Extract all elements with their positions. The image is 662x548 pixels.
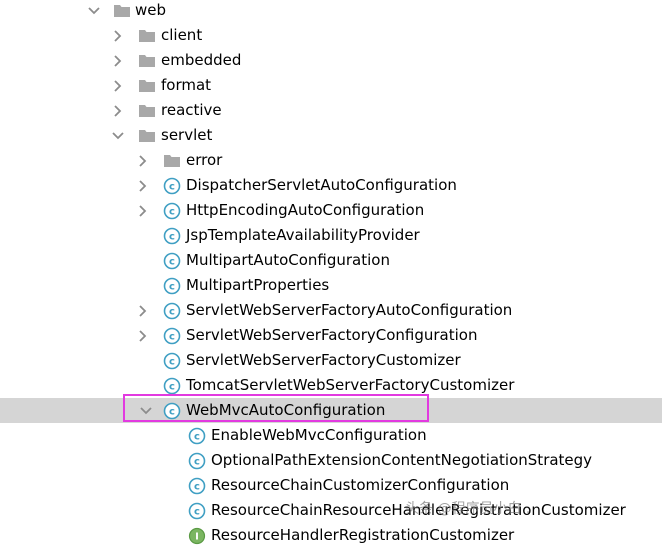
svg-text:I: I (195, 531, 199, 542)
tree-node-multipart-auto-configuration[interactable]: c MultipartAutoConfiguration (0, 248, 662, 273)
svg-text:c: c (169, 281, 175, 292)
tree-node-label: ResourceChainCustomizerConfiguration (211, 476, 510, 494)
tree-node-dispatcher-servlet-auto-configuration[interactable]: c DispatcherServletAutoConfiguration (0, 173, 662, 198)
tree-node-label: JspTemplateAvailabilityProvider (186, 226, 420, 244)
tree-node-http-encoding-auto-configuration[interactable]: c HttpEncodingAutoConfiguration (0, 198, 662, 223)
tree-node-servlet-web-server-factory-customizer[interactable]: c ServletWebServerFactoryCustomizer (0, 348, 662, 373)
tree-node-label: MultipartAutoConfiguration (186, 251, 390, 269)
svg-text:c: c (169, 306, 175, 317)
folder-icon (138, 73, 156, 98)
chevron-right-icon[interactable] (135, 198, 151, 223)
tree-node-servlet[interactable]: servlet (0, 123, 662, 148)
svg-text:c: c (169, 231, 175, 242)
chevron-right-icon[interactable] (110, 73, 126, 98)
project-tree: web client embedded format reactive serv… (0, 0, 662, 544)
watermark-text: 头条 @程序员小白 . (405, 501, 531, 517)
tree-node-label: ResourceHandlerRegistrationCustomizer (211, 526, 515, 544)
tree-node-error[interactable]: error (0, 148, 662, 173)
tree-node-label: ServletWebServerFactoryCustomizer (186, 351, 461, 369)
chevron-right-icon[interactable] (135, 323, 151, 348)
tree-node-enable-web-mvc-configuration[interactable]: c EnableWebMvcConfiguration (0, 423, 662, 448)
tree-node-client[interactable]: client (0, 23, 662, 48)
highlight-annotation-box (123, 394, 429, 422)
svg-text:c: c (169, 206, 175, 217)
svg-text:c: c (194, 431, 200, 442)
class-icon: c (163, 298, 181, 323)
tree-node-label: servlet (161, 126, 213, 144)
chevron-down-icon[interactable] (110, 123, 126, 148)
tree-node-servlet-web-server-factory-auto-configuration[interactable]: c ServletWebServerFactoryAutoConfigurati… (0, 298, 662, 323)
tree-node-reactive[interactable]: reactive (0, 98, 662, 123)
chevron-right-icon[interactable] (135, 298, 151, 323)
folder-icon (113, 0, 131, 23)
folder-icon (138, 123, 156, 148)
svg-text:c: c (194, 481, 200, 492)
chevron-right-icon[interactable] (135, 148, 151, 173)
svg-text:c: c (194, 506, 200, 517)
tree-node-jsp-template-availability-provider[interactable]: c JspTemplateAvailabilityProvider (0, 223, 662, 248)
class-icon: c (163, 323, 181, 348)
svg-text:c: c (169, 381, 175, 392)
class-icon: c (163, 348, 181, 373)
tree-node-label: reactive (161, 101, 222, 119)
folder-icon (138, 48, 156, 73)
tree-node-label: format (161, 76, 212, 94)
tree-node-label: web (135, 1, 167, 19)
tree-node-label: ServletWebServerFactoryConfiguration (186, 326, 478, 344)
chevron-right-icon[interactable] (110, 48, 126, 73)
svg-text:c: c (169, 356, 175, 367)
tree-node-label: DispatcherServletAutoConfiguration (186, 176, 457, 194)
class-icon: c (163, 223, 181, 248)
chevron-right-icon[interactable] (110, 98, 126, 123)
class-icon: c (163, 273, 181, 298)
class-icon: c (188, 498, 206, 523)
chevron-down-icon[interactable] (86, 0, 102, 23)
svg-text:c: c (169, 331, 175, 342)
class-icon: c (188, 448, 206, 473)
class-icon: c (163, 248, 181, 273)
tree-node-label: ServletWebServerFactoryAutoConfiguration (186, 301, 513, 319)
tree-node-label: embedded (161, 51, 242, 69)
class-icon: c (188, 423, 206, 448)
tree-node-label: error (186, 151, 223, 169)
svg-text:c: c (169, 256, 175, 267)
tree-node-servlet-web-server-factory-configuration[interactable]: c ServletWebServerFactoryConfiguration (0, 323, 662, 348)
folder-icon (163, 148, 181, 173)
tree-node-format[interactable]: format (0, 73, 662, 98)
tree-node-label: EnableWebMvcConfiguration (211, 426, 427, 444)
class-icon: c (188, 473, 206, 498)
tree-node-resource-chain-customizer-configuration[interactable]: c ResourceChainCustomizerConfiguration (0, 473, 662, 498)
tree-node-resource-handler-registration-customizer[interactable]: I ResourceHandlerRegistrationCustomizer (0, 523, 662, 548)
tree-node-web[interactable]: web (0, 0, 662, 23)
interface-icon: I (188, 523, 206, 548)
chevron-right-icon[interactable] (110, 23, 126, 48)
tree-node-label: HttpEncodingAutoConfiguration (186, 201, 425, 219)
chevron-right-icon[interactable] (135, 173, 151, 198)
tree-node-label: client (161, 26, 203, 44)
tree-node-label: OptionalPathExtensionContentNegotiationS… (211, 451, 593, 469)
svg-text:c: c (194, 456, 200, 467)
tree-node-embedded[interactable]: embedded (0, 48, 662, 73)
class-icon: c (163, 173, 181, 198)
tree-node-resource-chain-resource-handler-registration-customizer[interactable]: c ResourceChainResourceHandlerRegistrati… (0, 498, 662, 523)
svg-text:c: c (169, 181, 175, 192)
folder-icon (138, 23, 156, 48)
class-icon: c (163, 198, 181, 223)
tree-node-label: MultipartProperties (186, 276, 330, 294)
tree-node-multipart-properties[interactable]: c MultipartProperties (0, 273, 662, 298)
tree-node-optional-path-extension-content-negotiation-strategy[interactable]: c OptionalPathExtensionContentNegotiatio… (0, 448, 662, 473)
folder-icon (138, 98, 156, 123)
